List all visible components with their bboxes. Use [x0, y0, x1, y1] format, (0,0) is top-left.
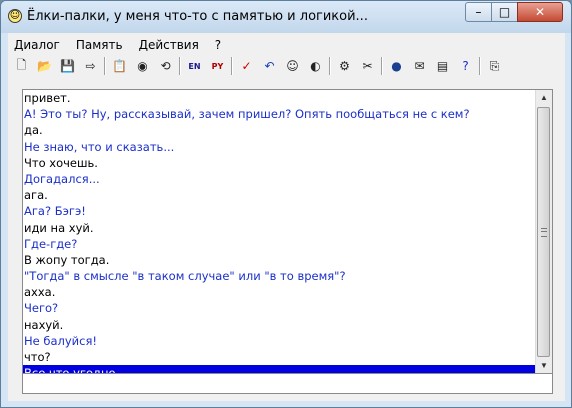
menu-actions[interactable]: Действия — [133, 37, 205, 53]
globe-icon[interactable]: ● — [387, 57, 406, 76]
grip-icon — [541, 228, 547, 237]
toolbar: 🗋 📂 💾 ⇨ 📋 ◉ ⟲ EN PY ✓ ↶ ☺ ◐ ⚙ ✂ ● ✉ ▤? ⎘ — [8, 55, 565, 77]
new-icon[interactable]: 🗋 — [12, 57, 31, 76]
chat-line-bot[interactable]: Не балуйся! — [23, 333, 536, 349]
chat-line-bot[interactable]: Ага? Бэгэ! — [23, 203, 536, 219]
smiley-app-icon: ☺ — [8, 9, 22, 23]
chat-line-bot[interactable]: Догадался... — [23, 171, 536, 187]
chat-line-bot[interactable]: Не знаю, что и сказать... — [23, 139, 536, 155]
smiley-icon[interactable]: ☺ — [283, 57, 302, 76]
menu-help[interactable]: ? — [209, 37, 227, 53]
vertical-scrollbar[interactable]: ▲ ▼ — [535, 90, 552, 374]
chat-lines: привет. А! Это ты? Ну, рассказывай, зачем… — [23, 90, 536, 374]
scroll-thumb[interactable] — [537, 107, 550, 357]
book-icon[interactable]: ▤ — [433, 57, 452, 76]
help-icon[interactable]: ? — [456, 57, 475, 76]
chat-line-user[interactable]: ахха. — [23, 284, 536, 300]
menu-dialog[interactable]: Диалог — [8, 37, 66, 53]
title-bar[interactable]: ☺ Ёлки-палки, у меня что-то с памятью и … — [1, 1, 571, 33]
settings-icon[interactable]: ⚙ — [335, 57, 354, 76]
chat-line-user[interactable]: иди на хуй. — [23, 220, 536, 236]
message-input[interactable] — [22, 373, 553, 394]
app-window: ☺ Ёлки-палки, у меня что-то с памятью и … — [0, 0, 572, 408]
menu-memory[interactable]: Память — [70, 37, 129, 53]
tools-icon[interactable]: ✂ — [358, 57, 377, 76]
mail-icon[interactable]: ✉ — [410, 57, 429, 76]
minimize-button[interactable]: – — [465, 2, 492, 22]
close-button[interactable]: ✕ — [517, 2, 563, 22]
chat-line-user[interactable]: ага. — [23, 187, 536, 203]
chat-line-user[interactable]: Что хочешь. — [23, 155, 536, 171]
chat-line-bot[interactable]: Где-где? — [23, 236, 536, 252]
check-icon[interactable]: ✓ — [237, 57, 256, 76]
chat-line-bot[interactable]: А! Это ты? Ну, рассказывай, зачем пришел… — [23, 106, 536, 122]
toolbar-separator — [479, 57, 481, 75]
chat-line-bot[interactable]: "Тогда" в смысле "в таком случае" или "в… — [23, 268, 536, 284]
undo-icon[interactable]: ↶ — [260, 57, 279, 76]
ru-en-icon[interactable]: PY — [208, 57, 227, 76]
record-icon[interactable]: ◉ — [133, 57, 152, 76]
export-icon[interactable]: ⇨ — [81, 57, 100, 76]
scroll-up-icon[interactable]: ▲ — [536, 90, 552, 106]
menu-bar: Диалог Память Действия ? — [8, 37, 231, 53]
chat-line-user[interactable]: да. — [23, 122, 536, 138]
scroll-down-icon[interactable]: ▼ — [536, 358, 552, 374]
toolbar-separator — [104, 57, 106, 75]
toolbar-separator — [179, 57, 181, 75]
client-area: Диалог Память Действия ? 🗋 📂 💾 ⇨ 📋 ◉ ⟲ EN PY ✓ ↶ ☺ ◐… — [8, 33, 565, 401]
speaker-icon[interactable]: ◐ — [306, 57, 325, 76]
en-ru-icon[interactable]: EN — [185, 57, 204, 76]
chat-line-user[interactable]: привет. — [23, 90, 536, 106]
restore-icon[interactable]: ⟲ — [156, 57, 175, 76]
toolbar-separator — [231, 57, 233, 75]
maximize-button[interactable]: □ — [491, 2, 518, 22]
clipboard-icon[interactable]: 📋 — [110, 57, 129, 76]
open-icon[interactable]: 📂 — [35, 57, 54, 76]
chat-line-user[interactable]: В жопу тогда. — [23, 252, 536, 268]
save-icon[interactable]: 💾 — [58, 57, 77, 76]
exit-icon[interactable]: ⎘ — [485, 57, 504, 76]
chat-line-bot[interactable]: Чего? — [23, 300, 536, 316]
toolbar-separator — [381, 57, 383, 75]
chat-log[interactable]: привет. А! Это ты? Ну, рассказывай, зачем… — [22, 89, 553, 375]
chat-line-user[interactable]: нахуй. — [23, 317, 536, 333]
toolbar-separator — [329, 57, 331, 75]
window-title: Ёлки-палки, у меня что-то с памятью и ло… — [27, 9, 368, 24]
chat-line-user[interactable]: что? — [23, 349, 536, 365]
